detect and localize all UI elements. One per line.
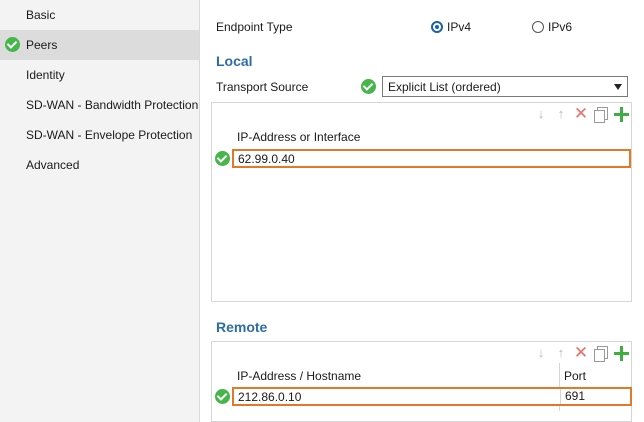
table-row[interactable]: 62.99.0.40 [232, 149, 631, 168]
arrow-up-icon[interactable]: ↑ [553, 106, 569, 122]
column-header-ip-address-hostname: IP-Address / Hostname [237, 369, 362, 383]
radio-unselected-icon [532, 21, 544, 33]
local-table-toolbar: ↓ ↑ ✕ [533, 105, 629, 123]
transport-source-value: Explicit List (ordered) [388, 79, 501, 94]
transport-source-select[interactable]: Explicit List (ordered) [382, 76, 628, 97]
check-icon [5, 37, 20, 52]
column-header-port: Port [564, 369, 587, 383]
check-icon [215, 151, 230, 166]
sidebar-item-label: Peers [26, 38, 58, 52]
column-header-ip-address-or-interface: IP-Address or Interface [237, 130, 361, 144]
check-icon [361, 79, 376, 94]
sidebar-item-label: SD-WAN - Envelope Protection [26, 128, 193, 142]
sidebar-item-identity[interactable]: Identity [0, 60, 199, 90]
local-address-table: ↓ ↑ ✕ IP-Address or Interface 62.99.0.40 [211, 102, 632, 302]
copy-icon[interactable] [593, 106, 609, 123]
sidebar: Basic Peers Identity SD-WAN - Bandwidth … [0, 0, 200, 422]
check-icon [215, 389, 230, 404]
transport-source-label: Transport Source [216, 80, 309, 94]
delete-icon[interactable]: ✕ [573, 105, 589, 122]
sidebar-item-peers[interactable]: Peers [0, 30, 199, 60]
sidebar-item-label: Advanced [26, 158, 80, 172]
remote-address-table: ↓ ↑ ✕ IP-Address / Hostname Port 212.86.… [211, 341, 632, 422]
remote-section-title: Remote [216, 319, 268, 335]
sidebar-item-bandwidth-protection[interactable]: SD-WAN - Bandwidth Protection [0, 90, 199, 120]
copy-icon[interactable] [593, 345, 609, 362]
ipv4-radio[interactable]: IPv4 [431, 20, 471, 34]
ipv4-radio-label: IPv4 [447, 20, 472, 34]
sidebar-item-basic[interactable]: Basic [0, 0, 199, 30]
ipv6-radio[interactable]: IPv6 [532, 20, 572, 34]
ipv6-radio-label: IPv6 [548, 20, 573, 34]
sidebar-item-label: Identity [26, 68, 65, 82]
ip-address-cell[interactable]: 62.99.0.40 [234, 152, 295, 166]
sidebar-item-label: SD-WAN - Bandwidth Protection [26, 98, 199, 112]
port-cell[interactable]: 691 [560, 389, 585, 404]
add-icon[interactable] [613, 106, 629, 122]
arrow-down-icon[interactable]: ↓ [533, 345, 549, 361]
peers-panel: Endpoint Type IPv4 IPv6 Local Transport … [200, 0, 644, 422]
add-icon[interactable] [613, 345, 629, 361]
radio-selected-icon [431, 21, 443, 33]
sidebar-item-label: Basic [26, 8, 56, 22]
local-section-title: Local [216, 53, 253, 69]
remote-table-toolbar: ↓ ↑ ✕ [533, 344, 629, 362]
arrow-up-icon[interactable]: ↑ [553, 345, 569, 361]
hostname-cell[interactable]: 212.86.0.10 [234, 390, 560, 404]
chevron-down-icon[interactable] [614, 84, 622, 90]
delete-icon[interactable]: ✕ [573, 344, 589, 361]
table-row[interactable]: 212.86.0.10 691 [232, 387, 632, 406]
sidebar-item-envelope-protection[interactable]: SD-WAN - Envelope Protection [0, 120, 199, 150]
endpoint-type-label: Endpoint Type [216, 20, 293, 34]
sidebar-item-advanced[interactable]: Advanced [0, 150, 199, 180]
arrow-down-icon[interactable]: ↓ [533, 106, 549, 122]
